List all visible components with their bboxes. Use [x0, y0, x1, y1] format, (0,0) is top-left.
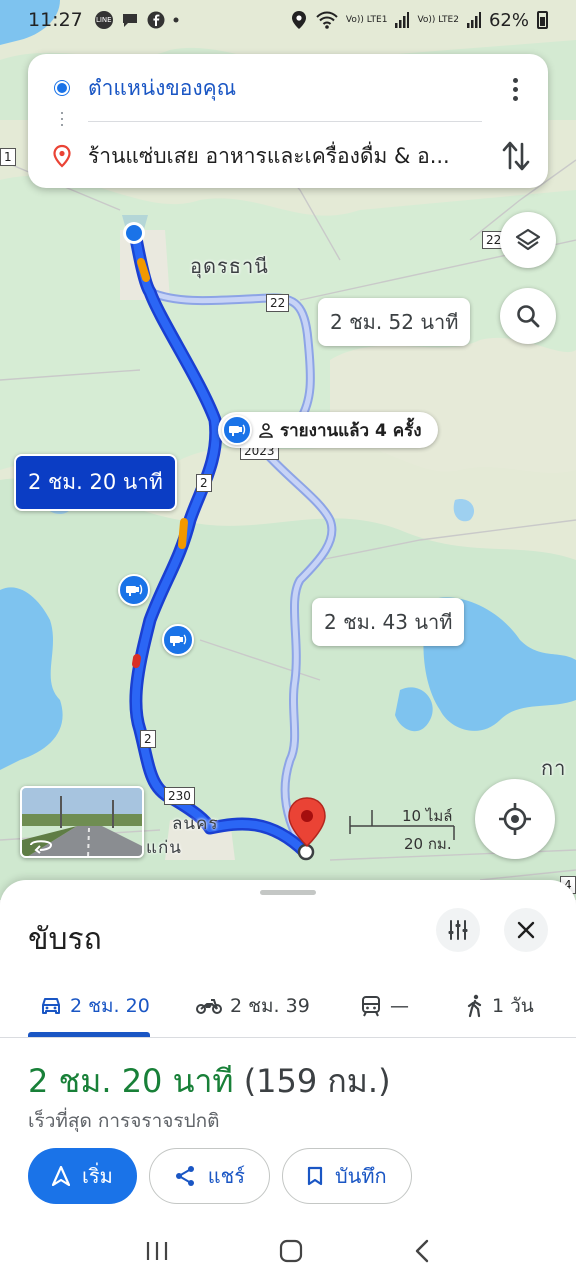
wifi-icon	[316, 11, 338, 29]
walk-icon	[467, 994, 482, 1018]
speed-camera-icon[interactable]	[118, 574, 150, 606]
car-icon	[42, 998, 60, 1014]
road-shield-1: 1	[0, 148, 16, 166]
tab-drive-label: 2 ชม. 20	[70, 995, 150, 1017]
directions-bottom-sheet: ขับรถ 2 ชม. 20 2 ชม. 39 — 1 วัน 2 ชม. 20…	[0, 880, 576, 1280]
destination-row[interactable]: ร้านแซ่บเสย อาหารและเครื่องดื่ม & อ...	[28, 136, 548, 176]
tab-transit-label: —	[390, 995, 409, 1017]
route-connector-dots	[61, 112, 63, 130]
start-button-label: เริ่ม	[82, 1164, 113, 1188]
road-shield-2: 2	[140, 730, 156, 748]
tab-drive[interactable]: 2 ชม. 20	[40, 976, 150, 1036]
route-options-button[interactable]	[436, 908, 480, 952]
town-label-2: แก่น	[146, 838, 182, 858]
rotate-360-icon	[30, 840, 53, 854]
swap-origin-destination-button[interactable]	[500, 138, 532, 174]
destination-pin-icon[interactable]	[287, 796, 327, 850]
traffic-report-pill[interactable]: รายงานแล้ว 4 ครั้ง	[218, 412, 438, 448]
route-description: เร็วที่สุด การจราจรปกติ	[28, 1110, 220, 1132]
share-icon	[175, 1166, 194, 1186]
partial-place-label: กา	[541, 756, 567, 780]
report-text: รายงานแล้ว 4 ครั้ง	[280, 420, 422, 441]
close-icon	[517, 921, 535, 939]
travel-mode-tabs: 2 ชม. 20 2 ชม. 39 — 1 วัน	[0, 976, 576, 1038]
location-icon	[291, 11, 306, 29]
road-shield-2: 2	[196, 474, 212, 492]
battery-percent: 62%	[488, 9, 529, 31]
route-card-divider	[88, 121, 482, 122]
tab-motorcycle-label: 2 ชม. 39	[230, 995, 310, 1017]
line-app-icon: LINE	[94, 11, 113, 29]
notification-icons: LINE	[94, 11, 179, 29]
route-directions-card: ตำแหน่งของคุณ ร้านแซ่บเสย อาหารและเครื่อ…	[28, 54, 548, 188]
destination-marker-icon	[53, 144, 71, 168]
map-canvas[interactable]: อุดรธานี กา ลนคร แก่น 22 22 2 2 2023 230…	[0, 0, 576, 900]
travel-mode-title: ขับรถ	[28, 922, 102, 957]
active-tab-indicator	[28, 1032, 150, 1037]
road-shield-22: 22	[266, 294, 290, 312]
town-label-1: ลนคร	[172, 814, 219, 834]
sheet-drag-handle[interactable]	[260, 890, 316, 895]
tab-walk[interactable]: 1 วัน	[466, 976, 534, 1036]
route-distance: (159 กม.)	[243, 1062, 391, 1100]
recent-apps-icon[interactable]	[144, 1239, 170, 1263]
speed-camera-icon	[222, 415, 252, 445]
more-vert-icon	[512, 77, 518, 83]
close-button[interactable]	[504, 908, 548, 952]
person-icon	[259, 423, 273, 438]
navigation-arrow-icon	[52, 1166, 70, 1186]
tab-walk-label: 1 วัน	[492, 995, 534, 1017]
street-view-thumbnail[interactable]	[20, 786, 144, 858]
layers-icon	[515, 228, 541, 251]
system-navigation-bar	[0, 1222, 576, 1280]
more-notifications-dot-icon	[173, 17, 179, 23]
origin-row[interactable]: ตำแหน่งของคุณ	[28, 68, 548, 108]
search-icon	[517, 305, 540, 328]
status-time: 11:27	[28, 9, 83, 31]
crosshair-icon	[499, 803, 531, 835]
home-icon[interactable]	[278, 1238, 304, 1264]
battery-icon	[537, 11, 548, 29]
facebook-icon	[147, 11, 165, 29]
search-along-route-button[interactable]	[500, 288, 556, 344]
alt-route-duration-2[interactable]: 2 ชม. 43 นาที	[312, 598, 465, 646]
sim2-signal-label: Vo)) LTE2	[417, 15, 459, 25]
signal-bars-icon	[395, 12, 410, 28]
bookmark-icon	[307, 1166, 323, 1186]
city-label: อุดรธานี	[190, 254, 269, 278]
route-summary: 2 ชม. 20 นาที (159 กม.)	[28, 1056, 391, 1107]
speed-camera-icon[interactable]	[162, 624, 194, 656]
map-scale: 10 ไมล์ 20 กม.	[348, 800, 458, 853]
layers-button[interactable]	[500, 212, 556, 268]
tune-icon	[448, 920, 468, 940]
share-button[interactable]: แชร์	[148, 1148, 270, 1204]
selected-route-duration[interactable]: 2 ชม. 20 นาที	[14, 454, 177, 511]
alt-route-duration-1[interactable]: 2 ชม. 52 นาที	[318, 298, 471, 346]
chat-bubble-icon	[122, 14, 137, 27]
share-button-label: แชร์	[207, 1164, 245, 1188]
save-button[interactable]: บันทึก	[281, 1148, 412, 1204]
tab-transit[interactable]: —	[360, 976, 409, 1036]
origin-dot-icon	[55, 81, 69, 95]
more-options-button[interactable]	[502, 74, 528, 104]
save-button-label: บันทึก	[334, 1164, 387, 1188]
start-navigation-button[interactable]: เริ่ม	[28, 1148, 137, 1204]
status-bar: 11:27 LINE Vo)) LTE1 Vo)) LTE2 62%	[0, 0, 576, 40]
road-shield-230: 230	[164, 787, 195, 805]
destination-field[interactable]: ร้านแซ่บเสย อาหารและเครื่องดื่ม & อ...	[88, 140, 488, 173]
back-icon[interactable]	[412, 1238, 432, 1264]
motorcycle-icon	[196, 999, 222, 1014]
transit-icon	[362, 996, 380, 1017]
action-buttons: เริ่ม แชร์ บันทึก	[28, 1148, 412, 1204]
route-duration: 2 ชม. 20 นาที	[28, 1062, 234, 1100]
signal-bars-icon	[466, 12, 481, 28]
tab-motorcycle[interactable]: 2 ชม. 39	[196, 976, 310, 1036]
origin-field[interactable]: ตำแหน่งของคุณ	[88, 72, 468, 105]
sim1-signal-label: Vo)) LTE1	[345, 15, 388, 25]
my-location-button[interactable]	[475, 779, 555, 859]
